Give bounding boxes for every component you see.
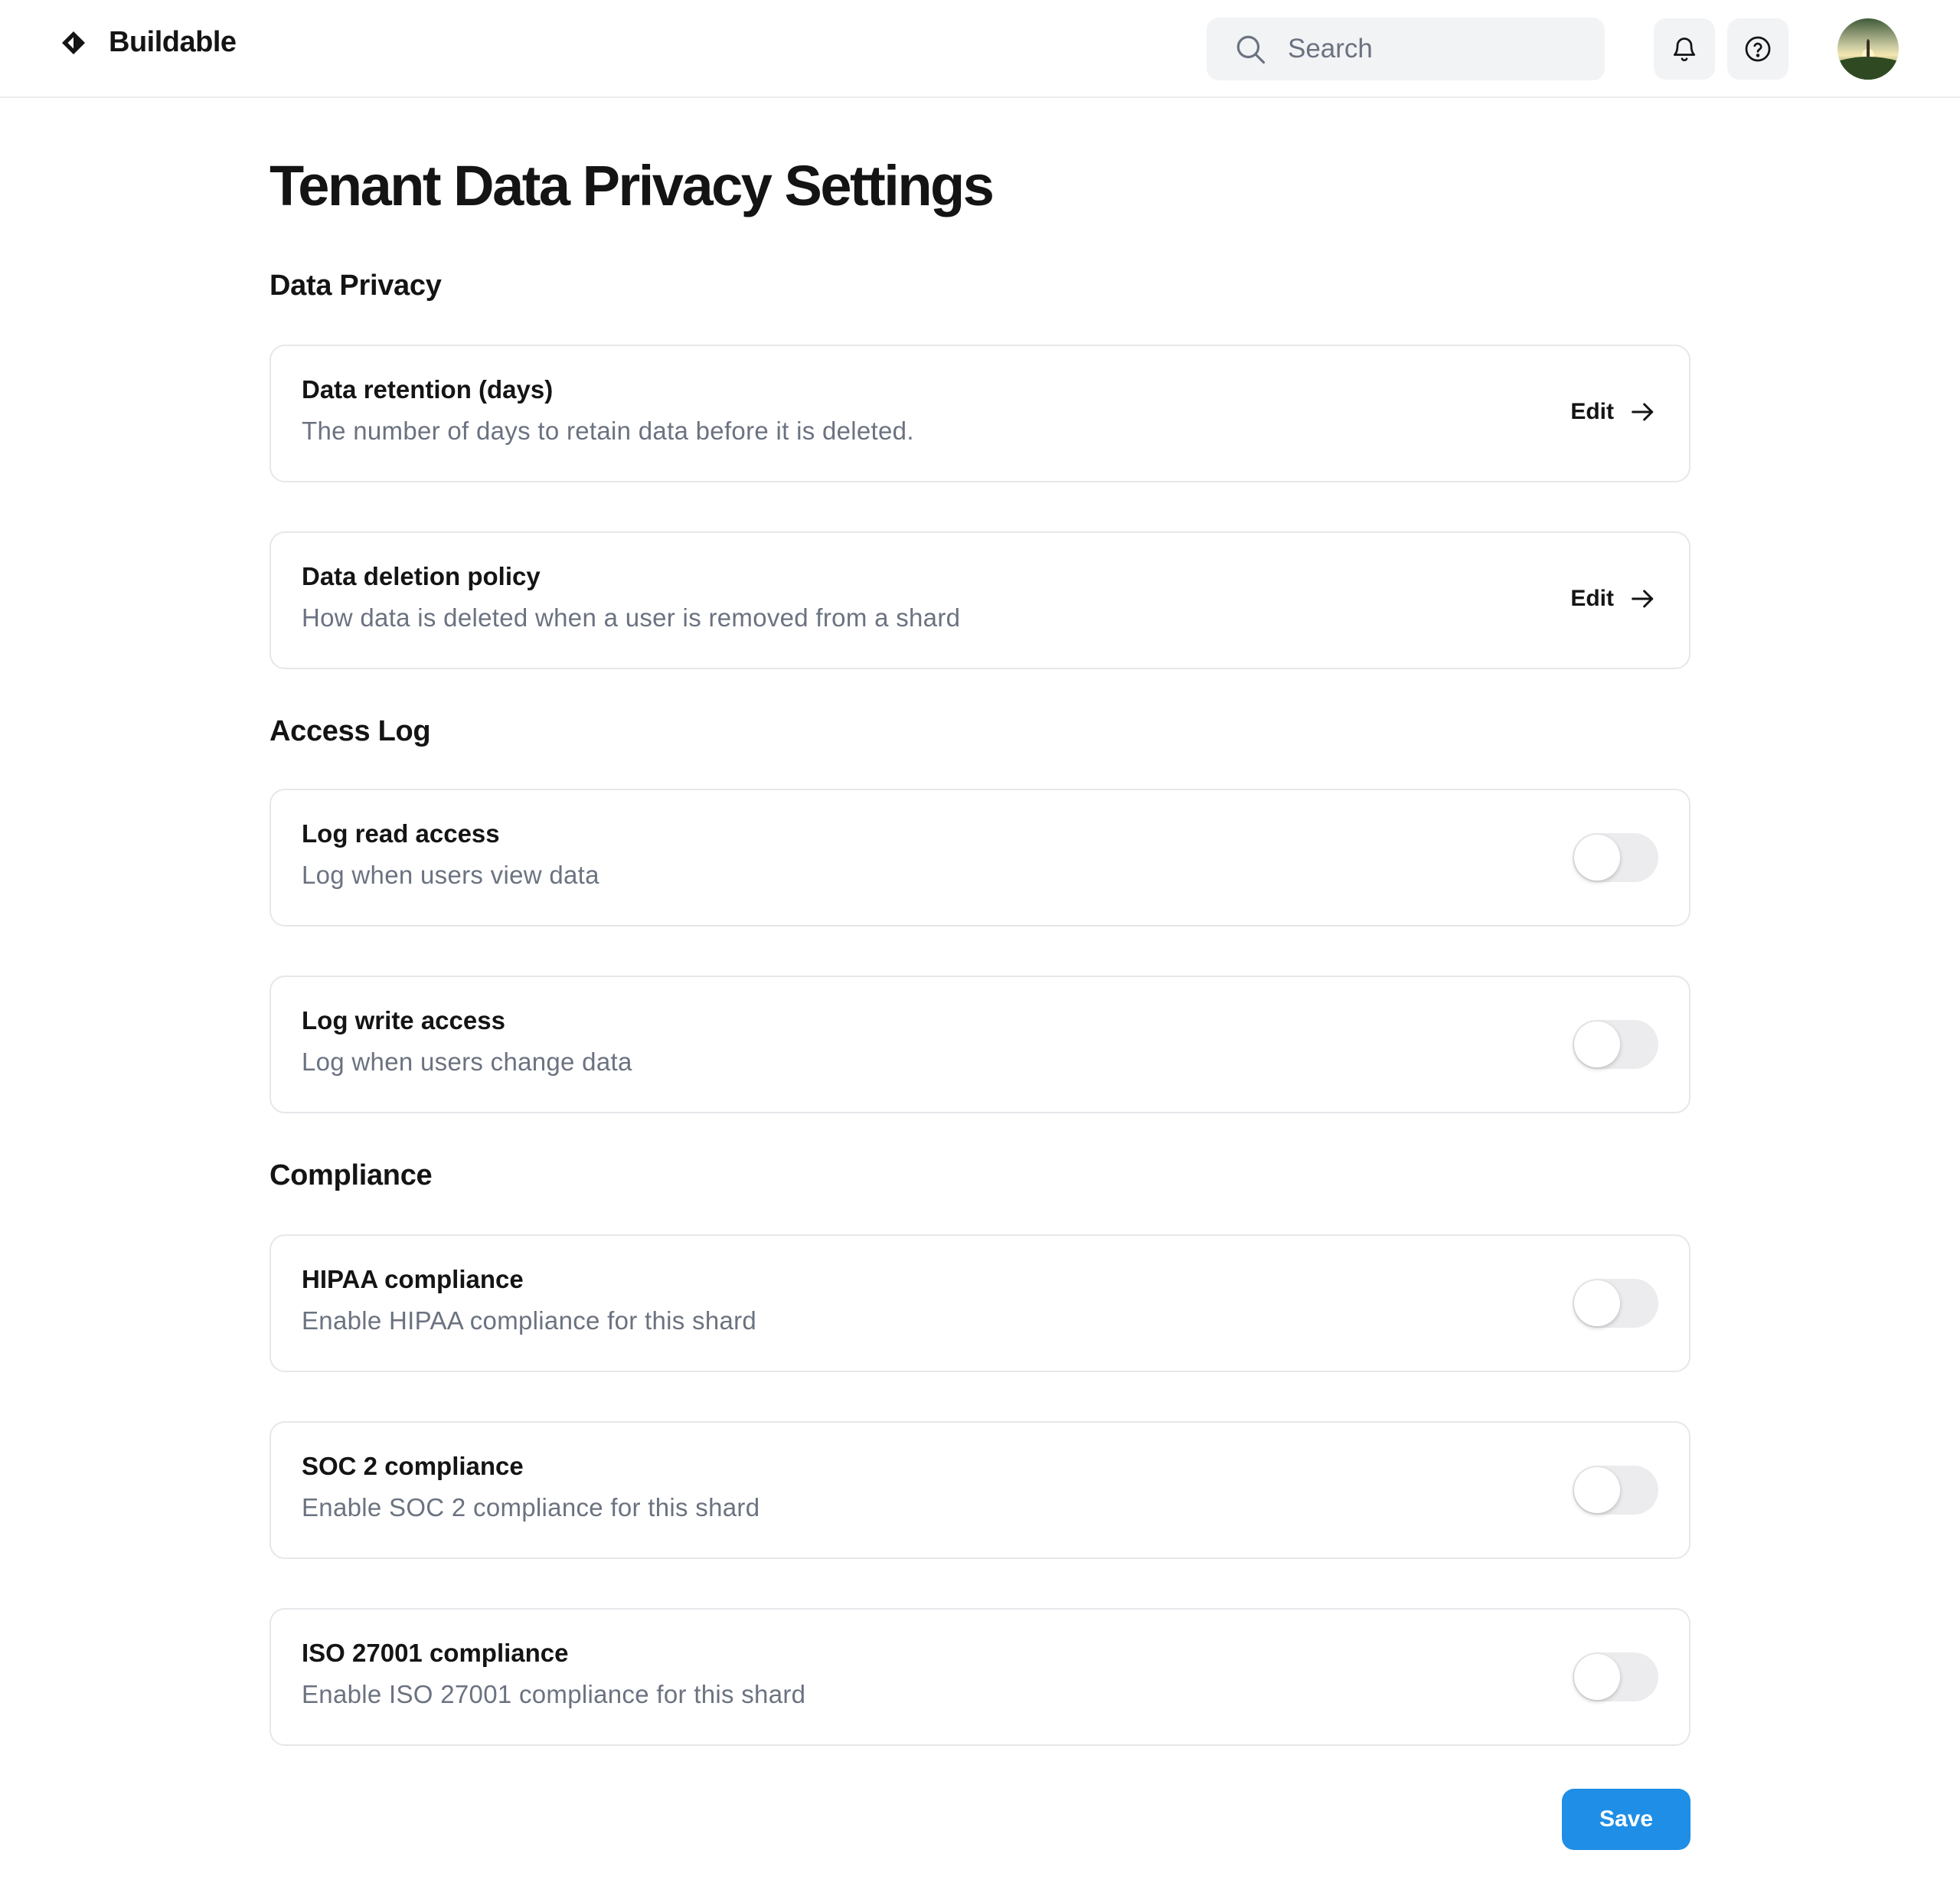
setting-description: Enable HIPAA compliance for this shard bbox=[302, 1306, 757, 1335]
diamond-logo-icon bbox=[62, 31, 85, 54]
setting-title: Log write access bbox=[302, 1006, 505, 1034]
setting-card-log-write: Log write access Log when users change d… bbox=[270, 976, 1690, 1113]
edit-data-deletion-link[interactable]: Edit bbox=[1570, 583, 1658, 614]
toggle-knob bbox=[1574, 835, 1620, 881]
setting-card-hipaa: HIPAA compliance Enable HIPAA compliance… bbox=[270, 1234, 1690, 1372]
search-input[interactable] bbox=[1286, 33, 1596, 65]
arrow-right-icon bbox=[1632, 403, 1654, 421]
edit-label: Edit bbox=[1570, 399, 1614, 424]
toggle-knob bbox=[1574, 1280, 1620, 1326]
toggle-knob bbox=[1574, 1654, 1620, 1700]
section-title-compliance: Compliance bbox=[270, 1159, 433, 1191]
setting-title: HIPAA compliance bbox=[302, 1265, 524, 1293]
soc2-compliance-toggle[interactable] bbox=[1573, 1466, 1658, 1515]
save-button[interactable]: Save bbox=[1562, 1789, 1690, 1850]
log-write-access-toggle[interactable] bbox=[1573, 1020, 1658, 1069]
log-read-access-toggle[interactable] bbox=[1573, 833, 1658, 882]
section-title-access-log: Access Log bbox=[270, 715, 431, 747]
setting-description: Log when users change data bbox=[302, 1048, 632, 1076]
setting-title: Data retention (days) bbox=[302, 375, 554, 404]
avatar[interactable] bbox=[1838, 18, 1899, 80]
help-icon bbox=[1745, 36, 1771, 62]
hipaa-compliance-toggle[interactable] bbox=[1573, 1279, 1658, 1328]
section-title-data-privacy: Data Privacy bbox=[270, 270, 442, 302]
setting-card-data-retention: Data retention (days) The number of days… bbox=[270, 345, 1690, 482]
notifications-button[interactable] bbox=[1654, 18, 1715, 80]
arrow-right-icon bbox=[1632, 590, 1654, 608]
setting-card-iso27001: ISO 27001 compliance Enable ISO 27001 co… bbox=[270, 1608, 1690, 1746]
toggle-knob bbox=[1574, 1021, 1620, 1067]
edit-label: Edit bbox=[1570, 586, 1614, 611]
help-button[interactable] bbox=[1727, 18, 1788, 80]
setting-description: The number of days to retain data before… bbox=[302, 417, 914, 445]
search-icon bbox=[1236, 35, 1266, 64]
setting-title: Log read access bbox=[302, 819, 500, 848]
setting-title: SOC 2 compliance bbox=[302, 1452, 524, 1480]
brand-name: Buildable bbox=[109, 26, 237, 58]
setting-title: ISO 27001 compliance bbox=[302, 1639, 569, 1667]
setting-title: Data deletion policy bbox=[302, 562, 541, 590]
setting-description: Enable ISO 27001 compliance for this sha… bbox=[302, 1680, 806, 1708]
setting-description: Log when users view data bbox=[302, 861, 599, 889]
bell-icon bbox=[1673, 38, 1696, 61]
top-bar: Buildable bbox=[0, 0, 1960, 98]
toggle-knob bbox=[1574, 1467, 1620, 1513]
setting-card-data-deletion: Data deletion policy How data is deleted… bbox=[270, 531, 1690, 669]
search-box[interactable] bbox=[1207, 18, 1605, 80]
setting-description: How data is deleted when a user is remov… bbox=[302, 603, 961, 632]
page-title: Tenant Data Privacy Settings bbox=[270, 154, 995, 217]
iso27001-compliance-toggle[interactable] bbox=[1573, 1652, 1658, 1701]
brand[interactable]: Buildable bbox=[60, 26, 237, 59]
edit-data-retention-link[interactable]: Edit bbox=[1570, 397, 1658, 427]
setting-card-log-read: Log read access Log when users view data bbox=[270, 789, 1690, 927]
setting-description: Enable SOC 2 compliance for this shard bbox=[302, 1493, 760, 1521]
setting-card-soc2: SOC 2 compliance Enable SOC 2 compliance… bbox=[270, 1421, 1690, 1559]
avatar-image bbox=[1838, 18, 1899, 80]
